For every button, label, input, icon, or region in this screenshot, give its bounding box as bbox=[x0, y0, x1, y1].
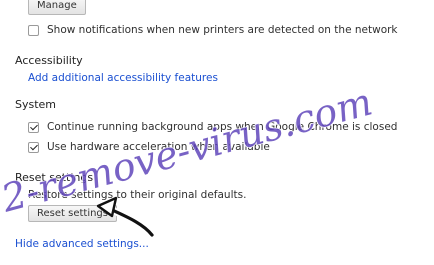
hardware-acceleration-checkbox[interactable] bbox=[28, 141, 39, 153]
system-heading: System bbox=[15, 98, 57, 111]
hide-advanced-settings-link[interactable]: Hide advanced settings... bbox=[15, 238, 149, 250]
accessibility-heading: Accessibility bbox=[15, 54, 83, 67]
hardware-acceleration-row[interactable]: Use hardware acceleration when available bbox=[28, 141, 270, 153]
printer-notification-row[interactable]: Show notifications when new printers are… bbox=[28, 24, 398, 36]
reset-settings-button[interactable]: Reset settings bbox=[28, 205, 117, 222]
reset-description: Restore settings to their original defau… bbox=[28, 189, 247, 201]
accessibility-features-link[interactable]: Add additional accessibility features bbox=[28, 72, 218, 84]
background-apps-row[interactable]: Continue running background apps when Go… bbox=[28, 121, 397, 133]
printer-notification-checkbox[interactable] bbox=[28, 24, 39, 36]
hardware-acceleration-label: Use hardware acceleration when available bbox=[47, 141, 270, 153]
background-apps-checkbox[interactable] bbox=[28, 121, 39, 133]
reset-heading: Reset settings bbox=[15, 171, 94, 184]
background-apps-label: Continue running background apps when Go… bbox=[47, 121, 398, 133]
printer-notification-label: Show notifications when new printers are… bbox=[47, 24, 398, 36]
manage-button[interactable]: Manage bbox=[28, 0, 86, 15]
